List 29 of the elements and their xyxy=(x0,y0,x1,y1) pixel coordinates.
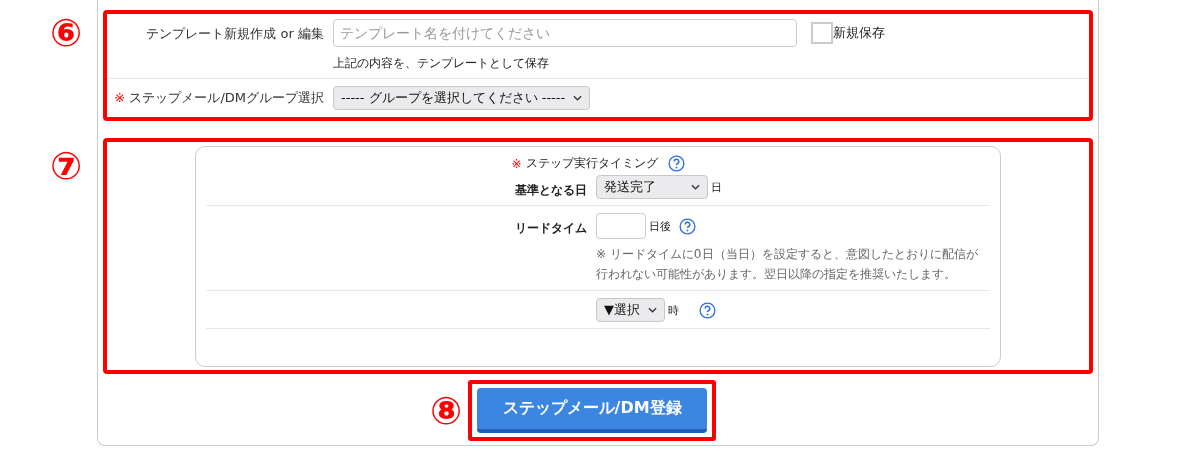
field-label: テンプレート新規作成 or 編集 xyxy=(145,25,325,43)
help-icon[interactable] xyxy=(667,155,685,172)
dropdown[interactable]: ▼選択 xyxy=(596,298,665,322)
required-mark: ※ xyxy=(114,90,126,105)
help-icon[interactable] xyxy=(699,301,716,319)
lead-time-field[interactable] xyxy=(596,213,646,239)
group-select[interactable]: ----- グループを選択してください ----- xyxy=(333,86,591,110)
annotation-number: ⑥ xyxy=(50,14,83,52)
chevron-icon xyxy=(648,307,657,313)
annotation-number: ⑦ xyxy=(50,147,83,185)
unit-label: 時 xyxy=(668,302,679,318)
help-icon[interactable] xyxy=(679,217,696,235)
hint-text: 上記の内容を、テンプレートとして保存 xyxy=(333,55,550,72)
field-label: ステップメール/DMグループ選択 xyxy=(129,90,324,105)
checkbox-label: 新規保存 xyxy=(833,24,885,42)
unit-label: 日後 xyxy=(649,218,671,234)
template-name-field[interactable]: テンプレート名を付けてください xyxy=(333,19,797,47)
annotation-number: ⑧ xyxy=(429,391,463,430)
section-title: ステップ実行タイミング xyxy=(525,155,658,172)
note-text: ※ リードタイムに0日（当日）を設定すると、意図したとおりに配信が行われない可能性があります。翌日以降の指定を推奨いたします。 xyxy=(596,246,979,283)
field-label: 基準となる日 xyxy=(515,183,587,197)
checkbox[interactable] xyxy=(811,22,833,44)
chevron-icon xyxy=(691,184,700,190)
field-label: リードタイム xyxy=(515,221,587,235)
dropdown[interactable]: 発送完了 xyxy=(596,175,708,199)
submit-button[interactable]: ステップメール/DM登録 xyxy=(477,388,708,433)
chevron-icon xyxy=(573,95,583,101)
required-mark: ※ xyxy=(511,156,522,171)
unit-label: 日 xyxy=(711,179,722,195)
